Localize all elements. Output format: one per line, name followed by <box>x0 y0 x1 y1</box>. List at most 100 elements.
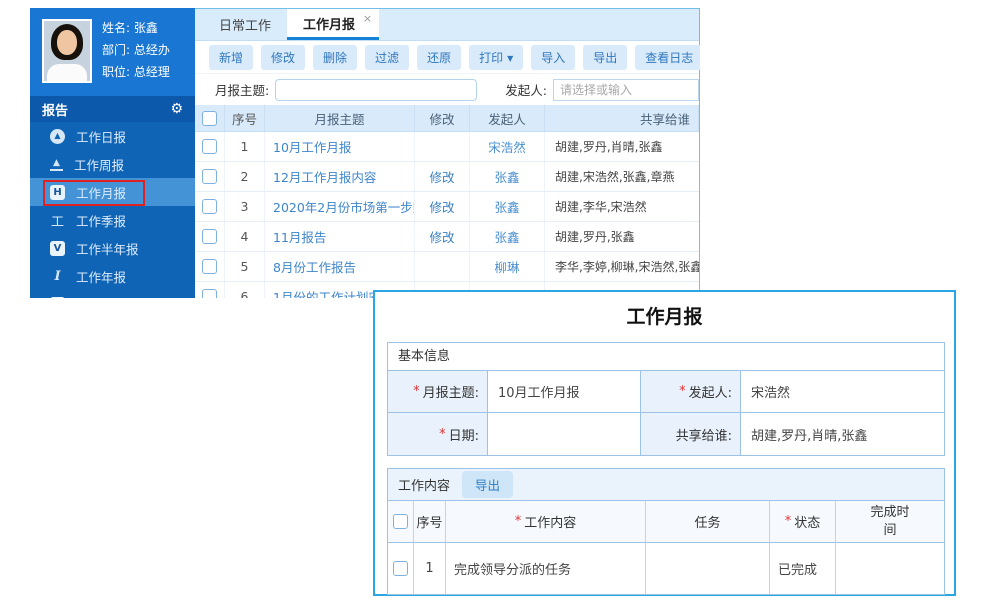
required-mark: * <box>785 514 792 529</box>
field-value[interactable]: 胡建,罗丹,肖晴,张鑫 <box>741 413 944 455</box>
sidebar-item-half-year-report[interactable]: V工作半年报 <box>30 234 195 262</box>
tab-label: 工作月报 <box>303 14 355 33</box>
initiator-filter-label: 发起人: <box>505 80 547 99</box>
work-header-text: 序号 <box>416 512 442 531</box>
initiator-name: 宋浩然 <box>470 132 545 161</box>
row-number: 2 <box>225 162 265 191</box>
tab-1[interactable]: 日常工作 <box>203 9 287 40</box>
work-row-number: 1 <box>414 543 446 594</box>
table-body: 110月工作月报 宋浩然胡建,罗丹,肖晴,张鑫212月工作月报内容修改张鑫胡建,宋… <box>195 132 699 298</box>
modify-link[interactable]: 修改 <box>415 222 470 251</box>
toolbar-button-导出[interactable]: 导出 <box>583 45 627 70</box>
row-checkbox-cell <box>195 222 225 251</box>
work-content-bar: 工作内容 导出 <box>388 469 944 501</box>
row-checkbox-cell <box>195 282 225 298</box>
field-value[interactable]: 宋浩然 <box>741 371 944 413</box>
sidebar-item-label: 工作周报 <box>74 155 124 174</box>
subject-link[interactable]: 8月份工作报告 <box>265 252 415 281</box>
required-mark: * <box>439 427 446 442</box>
toolbar-button-打印[interactable]: 打印▼ <box>469 45 523 70</box>
toolbar-button-删除[interactable]: 删除 <box>313 45 357 70</box>
column-header: 发起人 <box>470 105 545 131</box>
work-column-header: 任务 <box>646 501 770 543</box>
table-row: 212月工作月报内容修改张鑫胡建,宋浩然,张鑫,章燕 <box>195 162 699 192</box>
field-label-text: 发起人: <box>689 382 732 401</box>
modify-link[interactable]: 修改 <box>415 192 470 221</box>
modify-link <box>415 132 470 161</box>
work-header-text: 工作内容 <box>524 512 576 531</box>
column-header: 修改 <box>415 105 470 131</box>
tab-2[interactable]: 工作月报 × <box>287 9 379 40</box>
row-checkbox-cell <box>195 132 225 161</box>
initiator-name: 柳琳 <box>470 252 545 281</box>
dialog-title: 工作月报 <box>375 302 954 329</box>
subject-link[interactable]: 2020年2月份市场第一步财务... <box>265 192 415 221</box>
basic-info-title: 基本信息 <box>388 343 944 371</box>
field-value[interactable] <box>488 413 641 455</box>
toolbar-button-过滤[interactable]: 过滤 <box>365 45 409 70</box>
toolbar-button-修改[interactable]: 修改 <box>261 45 305 70</box>
export-button[interactable]: 导出 <box>462 471 513 498</box>
sidebar-menu: ▲工作日报▲工作周报H工作月报工工作季报V工作半年报I工作年报 <box>30 122 195 298</box>
subject-filter-input[interactable] <box>275 79 477 101</box>
row-checkbox[interactable] <box>202 139 217 154</box>
sidebar-item-quarterly-report[interactable]: 工工作季报 <box>30 206 195 234</box>
initiator-name: 张鑫 <box>470 192 545 221</box>
sidebar-item-daily-report[interactable]: ▲工作日报 <box>30 122 195 150</box>
work-content-section: 工作内容 导出 序号 * 工作内容 任务*状态完成时间 1完成领导分派的任务 已完成 <box>387 468 945 595</box>
sidebar-item-monthly-report[interactable]: H工作月报 <box>30 178 195 206</box>
status-cell[interactable]: 已完成 <box>770 543 836 594</box>
row-number: 3 <box>225 192 265 221</box>
sidebar-item-weekly-report[interactable]: ▲工作周报 <box>30 150 195 178</box>
initiator-filter-input[interactable] <box>553 79 699 101</box>
toolbar-button-新增[interactable]: 新增 <box>209 45 253 70</box>
initiator-name: 张鑫 <box>470 162 545 191</box>
toolbar-button-查看日志[interactable]: 查看日志 <box>635 45 700 70</box>
sidebar-item-partial[interactable] <box>30 290 195 298</box>
sidebar-item-label: 工作年报 <box>76 267 126 286</box>
work-select-all-checkbox[interactable] <box>393 514 408 529</box>
column-header: 序号 <box>225 105 265 131</box>
modify-link <box>415 252 470 281</box>
toolbar-button-导入[interactable]: 导入 <box>531 45 575 70</box>
subject-link[interactable]: 12月工作月报内容 <box>265 162 415 191</box>
field-label: *发起人: <box>641 371 741 413</box>
work-header-text: 完成时间 <box>869 504 911 539</box>
row-number: 1 <box>225 132 265 161</box>
subject-link[interactable]: 10月工作月报 <box>265 132 415 161</box>
row-checkbox-cell <box>195 252 225 281</box>
daily-report-icon: ▲ <box>50 129 65 144</box>
required-mark: * <box>413 384 420 399</box>
subject-link[interactable]: 11月报告 <box>265 222 415 251</box>
header-checkbox-cell <box>195 105 225 131</box>
report-section-bar: 报告 ⚙ <box>30 96 195 122</box>
row-checkbox[interactable] <box>202 199 217 214</box>
work-column-header: *状态 <box>770 501 836 543</box>
initiator-name: 张鑫 <box>470 222 545 251</box>
avatar <box>42 19 92 83</box>
basic-info-grid: *月报主题:10月工作月报*发起人:宋浩然*日期:共享给谁:胡建,罗丹,肖晴,张… <box>388 371 944 455</box>
gear-icon[interactable]: ⚙ <box>170 101 183 117</box>
shared-with: 李华,李婷,柳琳,宋浩然,张鑫 <box>545 252 699 281</box>
row-checkbox[interactable] <box>202 259 217 274</box>
close-icon[interactable]: × <box>363 12 372 25</box>
modify-link[interactable]: 修改 <box>415 162 470 191</box>
main-panel: 日常工作工作月报× 新增修改删除过滤还原打印▼导入导出查看日志 月报主题: 发起… <box>195 8 700 298</box>
row-checkbox[interactable] <box>202 169 217 184</box>
row-checkbox[interactable] <box>202 289 217 298</box>
task-cell[interactable] <box>646 543 770 594</box>
work-row-checkbox[interactable] <box>393 561 408 576</box>
work-header-checkbox-cell <box>388 501 414 543</box>
work-header-text: 状态 <box>794 512 820 531</box>
select-all-checkbox[interactable] <box>202 111 217 126</box>
row-checkbox[interactable] <box>202 229 217 244</box>
work-column-header: 完成时间 <box>836 501 944 543</box>
work-content-cell[interactable]: 完成领导分派的任务 <box>446 543 646 594</box>
finish-time-cell[interactable] <box>836 543 944 594</box>
field-value[interactable]: 10月工作月报 <box>488 371 641 413</box>
sidebar-item-annual-report[interactable]: I工作年报 <box>30 262 195 290</box>
row-number: 5 <box>225 252 265 281</box>
toolbar-button-还原[interactable]: 还原 <box>417 45 461 70</box>
shared-with: 胡建,罗丹,肖晴,张鑫 <box>545 132 699 161</box>
work-row-checkbox-cell <box>388 543 414 594</box>
